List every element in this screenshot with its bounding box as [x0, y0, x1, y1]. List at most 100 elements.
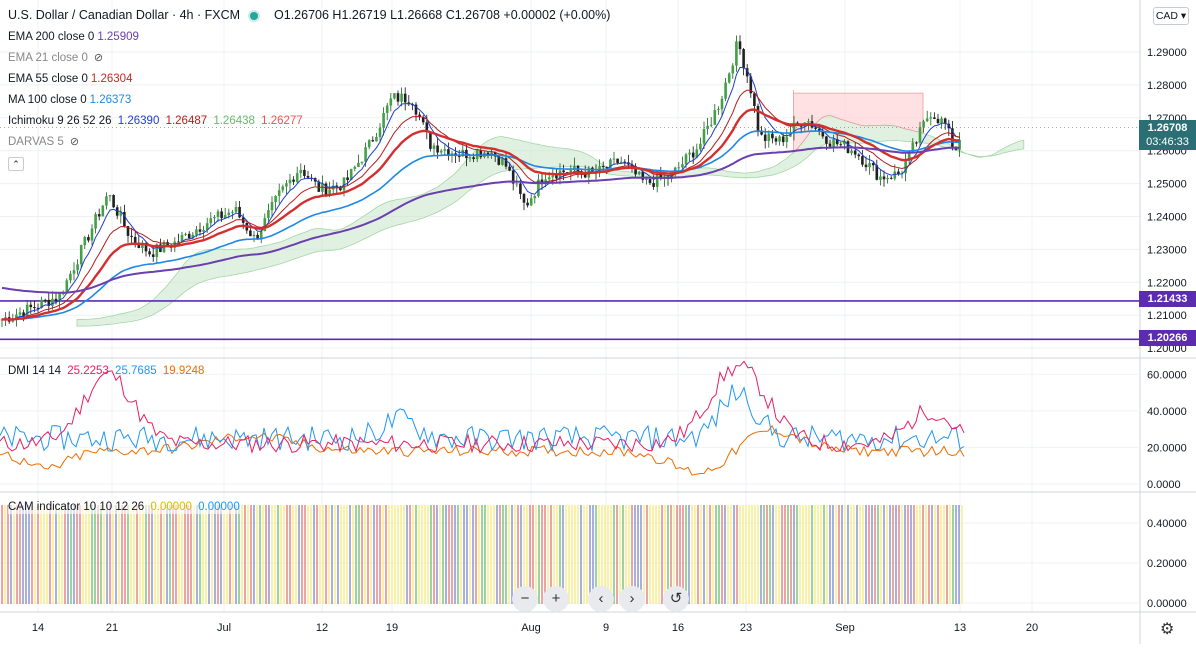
legend-label: EMA 55 close 0	[8, 73, 88, 85]
legend-value: 1.26487	[165, 115, 208, 127]
candle-body	[839, 144, 843, 146]
candle-body	[720, 98, 724, 110]
candle-body	[267, 210, 270, 218]
candle-body	[367, 140, 371, 148]
chart-area[interactable]: 1.29000 1.28000 1.27000 1.26000 1.25000 1.240…	[0, 0, 1196, 644]
candle-body	[270, 202, 274, 211]
candle-body	[825, 136, 828, 144]
currency-dropdown[interactable]: CAD ▾	[1153, 7, 1189, 25]
candle-body	[785, 136, 789, 143]
candle-body	[915, 142, 918, 144]
candle-body	[709, 124, 713, 126]
candle-body	[936, 118, 940, 124]
legend-value: 1.26373	[89, 94, 132, 106]
candle-body	[781, 136, 785, 143]
hidden-eye-icon[interactable]: ⊘	[94, 51, 103, 65]
candle-body	[69, 273, 72, 281]
candle-body	[112, 195, 115, 208]
scroll-right-button[interactable]: ›	[619, 586, 645, 612]
candle-body	[771, 133, 774, 139]
candle-body	[231, 211, 234, 213]
candle-body	[303, 169, 306, 176]
price-axis-label: 1.28000	[1147, 80, 1187, 92]
hline-price-tag-2: 1.20266	[1139, 330, 1196, 346]
candle-body	[277, 190, 281, 196]
candle-body	[133, 236, 137, 243]
collapse-icon[interactable]: ⌃	[8, 157, 24, 171]
candle-body	[396, 93, 400, 102]
candle-body	[684, 154, 688, 165]
legend-ichimoku[interactable]: Ichimoku 9 26 52 26 1.26390 1.26487 1.26…	[8, 114, 303, 128]
bar-countdown-tag: 03:46:33	[1139, 134, 1196, 150]
time-axis-label: Sep	[835, 622, 855, 634]
candle-body	[342, 177, 346, 191]
legend-value: 1.26277	[261, 115, 303, 127]
candle-body	[529, 198, 533, 206]
settings-gear-icon[interactable]: ⚙	[1160, 619, 1174, 639]
candle-body	[51, 298, 54, 306]
candle-body	[97, 214, 101, 217]
candle-body	[220, 211, 223, 219]
scroll-left-button[interactable]: ‹	[588, 586, 614, 612]
time-axis-label: 12	[316, 622, 328, 634]
time-axis-label: 23	[740, 622, 752, 634]
symbol-header: U.S. Dollar / Canadian Dollar · 4h · FXC…	[8, 8, 610, 22]
candle-body	[911, 142, 915, 151]
chart-svg[interactable]: 1.290001.280001.270001.260001.250001.240…	[0, 0, 1196, 644]
legend-label: MA 100 close 0	[8, 94, 87, 106]
candle-body	[177, 241, 180, 243]
candle-body	[778, 136, 781, 142]
candle-body	[616, 158, 619, 163]
dmi-axis-label: 20.0000	[1147, 442, 1187, 454]
candle-body	[724, 82, 727, 99]
candle-body	[551, 175, 555, 178]
zoom-in-button[interactable]: +	[543, 586, 569, 612]
candle-body	[195, 229, 198, 235]
legend-label: Ichimoku 9 26 52 26	[8, 115, 112, 127]
hidden-eye-icon[interactable]: ⊘	[70, 135, 79, 149]
reset-chart-button[interactable]: ↺	[663, 586, 689, 612]
candle-body	[90, 228, 94, 241]
candle-body	[468, 157, 472, 159]
dmi-value-minus: 25.7685	[115, 365, 157, 377]
candle-body	[562, 170, 565, 173]
candle-body	[648, 178, 652, 184]
time-axis-label: 14	[32, 622, 44, 634]
legend-ema200[interactable]: EMA 200 close 0 1.25909	[8, 30, 139, 44]
candle-body	[187, 233, 191, 239]
candle-body	[717, 109, 720, 111]
legend-ema21[interactable]: EMA 21 close 0 ⊘	[8, 51, 103, 65]
price-axis-label: 1.25000	[1147, 179, 1187, 191]
candle-body	[861, 156, 864, 165]
candle-body	[346, 177, 349, 181]
cam-legend[interactable]: CAM indicator 10 10 12 26 0.00000 0.0000…	[8, 500, 240, 514]
candle-body	[681, 164, 684, 168]
dmi-legend[interactable]: DMI 14 14 25.2253 25.7685 19.9248	[8, 364, 204, 378]
candle-body	[547, 177, 551, 180]
candle-body	[274, 195, 277, 203]
candle-body	[645, 178, 648, 180]
candle-body	[54, 298, 58, 301]
legend-label: DARVAS 5	[8, 136, 64, 148]
candle-body	[360, 161, 364, 163]
candle-body	[713, 110, 717, 125]
legend-darvas[interactable]: DARVAS 5 ⊘	[8, 135, 79, 149]
candle-body	[601, 165, 605, 168]
legend-value: 1.25909	[97, 31, 139, 43]
legend-ema55[interactable]: EMA 55 close 0 1.26304	[8, 72, 132, 86]
candle-body	[918, 127, 922, 143]
legend-ma100[interactable]: MA 100 close 0 1.26373	[8, 93, 131, 107]
legend-collapse[interactable]: ⌃	[8, 157, 24, 171]
candle-body	[929, 117, 933, 119]
candle-body	[33, 307, 36, 309]
zoom-out-button[interactable]: −	[512, 586, 538, 612]
cam-label: CAM indicator 10 10 12 26	[8, 501, 145, 513]
candle-body	[403, 93, 407, 103]
candle-body	[443, 149, 447, 151]
candle-body	[29, 304, 33, 308]
symbol-title[interactable]: U.S. Dollar / Canadian Dollar · 4h · FXC…	[8, 8, 240, 22]
time-axis-label: 13	[954, 622, 966, 634]
candle-body	[429, 131, 432, 149]
candle-body	[753, 93, 756, 106]
candle-body	[767, 133, 771, 141]
